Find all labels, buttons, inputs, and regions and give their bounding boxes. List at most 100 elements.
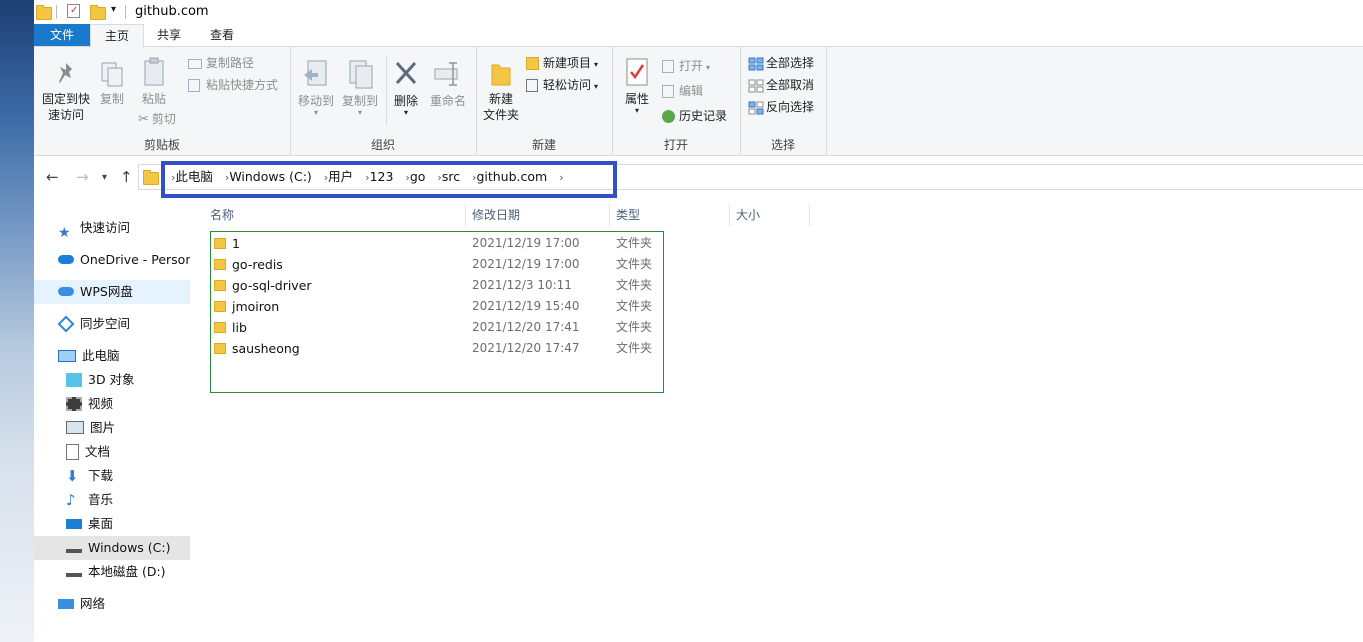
open-button[interactable]: 打开 ▾ [662,57,710,75]
customize-quick-access-icon[interactable]: ▾ [111,4,116,15]
dropdown-arrow-icon: ▾ [634,106,639,115]
star-icon: ★ [58,224,71,241]
sidebar-item-pictures[interactable]: 图片 [34,416,190,440]
sidebar-item-label: 快速访问 [80,220,131,235]
delete-button[interactable]: 删除 ▾ [390,59,422,117]
sidebar-item-label: 本地磁盘 (D:) [88,564,166,579]
dropdown-arrow-icon: ▾ [706,63,711,72]
title-bar: ✓ ▾ github.com [34,0,1363,24]
column-header-name[interactable]: 名称 [204,204,466,226]
select-group: 全部选择 全部取消 反向选择 选择 [740,47,827,155]
sidebar-item-label: OneDrive - Persona [80,252,190,267]
column-header-type[interactable]: 类型 [610,204,730,226]
column-header-date[interactable]: 修改日期 [466,204,610,226]
tab-home[interactable]: 主页 [90,24,144,48]
column-header-size[interactable]: 大小 [730,204,810,226]
dropdown-arrow-icon: ▾ [594,60,599,69]
copy-button[interactable]: 复制 [94,61,130,107]
sidebar-item-3d-objects[interactable]: 3D 对象 [34,368,190,392]
sidebar-item-onedrive[interactable]: OneDrive - Persona [34,248,190,272]
select-none-label: 全部取消 [766,78,815,92]
recent-locations-dropdown[interactable]: ▾ [102,172,107,183]
table-row[interactable]: 1 2021/12/19 17:00 文件夹 [210,233,664,254]
edit-button[interactable]: 编辑 [662,82,703,100]
forward-button[interactable]: → [76,168,89,186]
sidebar-item-sync[interactable]: 同步空间 [34,312,190,336]
sidebar-item-desktop[interactable]: 桌面 [34,512,190,536]
sidebar-item-wps[interactable]: WPS网盘 [34,280,190,304]
new-item-button[interactable]: 新建项目 ▾ [526,54,598,72]
properties-icon [626,58,648,86]
history-button[interactable]: 历史记录 [662,107,727,125]
divider [125,5,126,19]
divider [386,55,387,125]
table-row[interactable]: go-sql-driver 2021/12/3 10:11 文件夹 [210,275,664,296]
drive-icon [66,567,82,577]
new-folder-button[interactable]: 新建 文件夹 [478,59,524,123]
invert-selection-button[interactable]: 反向选择 [748,98,814,116]
sidebar-item-quick-access[interactable]: ★ 快速访问 [34,216,190,240]
file-type: 文件夹 [616,341,653,355]
paste-shortcut-button[interactable]: 粘贴快捷方式 [188,76,278,94]
sidebar-item-music[interactable]: ♪ 音乐 [34,488,190,512]
network-icon [58,598,74,609]
select-none-icon [748,79,764,92]
new-group: 新建 文件夹 新建项目 ▾ 轻松访问 ▾ 新建 [476,47,613,155]
rename-button[interactable]: 重命名 [426,59,470,109]
pin-quick-access-button[interactable]: 固定到快 速访问 [38,61,94,123]
drive-icon [66,543,82,553]
back-button[interactable]: ← [46,168,59,186]
table-row[interactable]: go-redis 2021/12/19 17:00 文件夹 [210,254,664,275]
tab-share[interactable]: 共享 [146,24,192,46]
table-row[interactable]: lib 2021/12/20 17:41 文件夹 [210,317,664,338]
file-name: lib [232,320,247,335]
sidebar-item-label: 网络 [80,596,106,611]
pin-label-2: 速访问 [47,108,84,122]
open-group: 属性 ▾ 打开 ▾ 编辑 历史记录 打开 [612,47,741,155]
copy-to-button[interactable]: 复制到 ▾ [338,59,382,117]
properties-button[interactable]: 属性 ▾ [618,57,656,115]
paste-button[interactable]: 粘贴 [136,57,172,107]
organize-group-label: 组织 [370,138,395,152]
file-date: 2021/12/19 15:40 [472,299,580,313]
file-name: go-redis [232,257,283,272]
new-folder-quick-icon[interactable] [90,5,106,20]
cut-button[interactable]: ✂ 剪切 [138,110,176,128]
sidebar-item-label: 文档 [85,444,111,459]
sidebar-item-drive-d[interactable]: 本地磁盘 (D:) [34,560,190,584]
cloud-icon [58,287,74,296]
sidebar-item-label: 此电脑 [82,348,120,363]
paste-label: 粘贴 [141,92,166,106]
sidebar-item-drive-c[interactable]: Windows (C:) [34,536,190,560]
folder-icon [214,301,226,312]
new-item-label: 新建项目 [543,56,592,70]
file-list: 名称 修改日期 类型 大小 1 2021/12/19 17:00 文件夹 go-… [204,200,1363,642]
sidebar-item-this-pc[interactable]: 此电脑 [34,344,190,368]
select-none-button[interactable]: 全部取消 [748,76,814,94]
sidebar-item-label: 音乐 [88,492,114,507]
new-folder-label-2: 文件夹 [482,108,519,122]
tab-view[interactable]: 查看 [199,24,245,46]
up-button[interactable]: ↑ [120,168,133,186]
paste-icon [144,57,164,86]
sidebar-item-network[interactable]: 网络 [34,592,190,616]
open-label: 打开 [679,59,704,73]
move-to-button[interactable]: 移动到 ▾ [294,59,338,117]
organize-group: 移动到 ▾ 复制到 ▾ 删除 ▾ 重命名 组织 [290,47,477,155]
table-row[interactable]: sausheong 2021/12/20 17:47 文件夹 [210,338,664,359]
rename-icon [434,62,458,86]
easy-access-label: 轻松访问 [543,78,592,92]
properties-quick-icon[interactable]: ✓ [67,4,80,18]
file-name: 1 [232,236,240,251]
select-all-button[interactable]: 全部选择 [748,54,814,72]
sidebar-item-downloads[interactable]: ⬇ 下载 [34,464,190,488]
paste-shortcut-label: 粘贴快捷方式 [206,78,279,92]
properties-label: 属性 [624,92,649,106]
easy-access-button[interactable]: 轻松访问 ▾ [526,76,598,94]
tab-file[interactable]: 文件 [34,24,90,46]
sidebar-item-videos[interactable]: 视频 [34,392,190,416]
sidebar-item-documents[interactable]: 文档 [34,440,190,464]
copy-path-button[interactable]: 复制路径 [188,54,254,72]
table-row[interactable]: jmoiron 2021/12/19 15:40 文件夹 [210,296,664,317]
file-explorer-window: ✓ ▾ github.com 文件 主页 共享 查看 固定到快 速访问 复制 粘… [34,0,1363,642]
